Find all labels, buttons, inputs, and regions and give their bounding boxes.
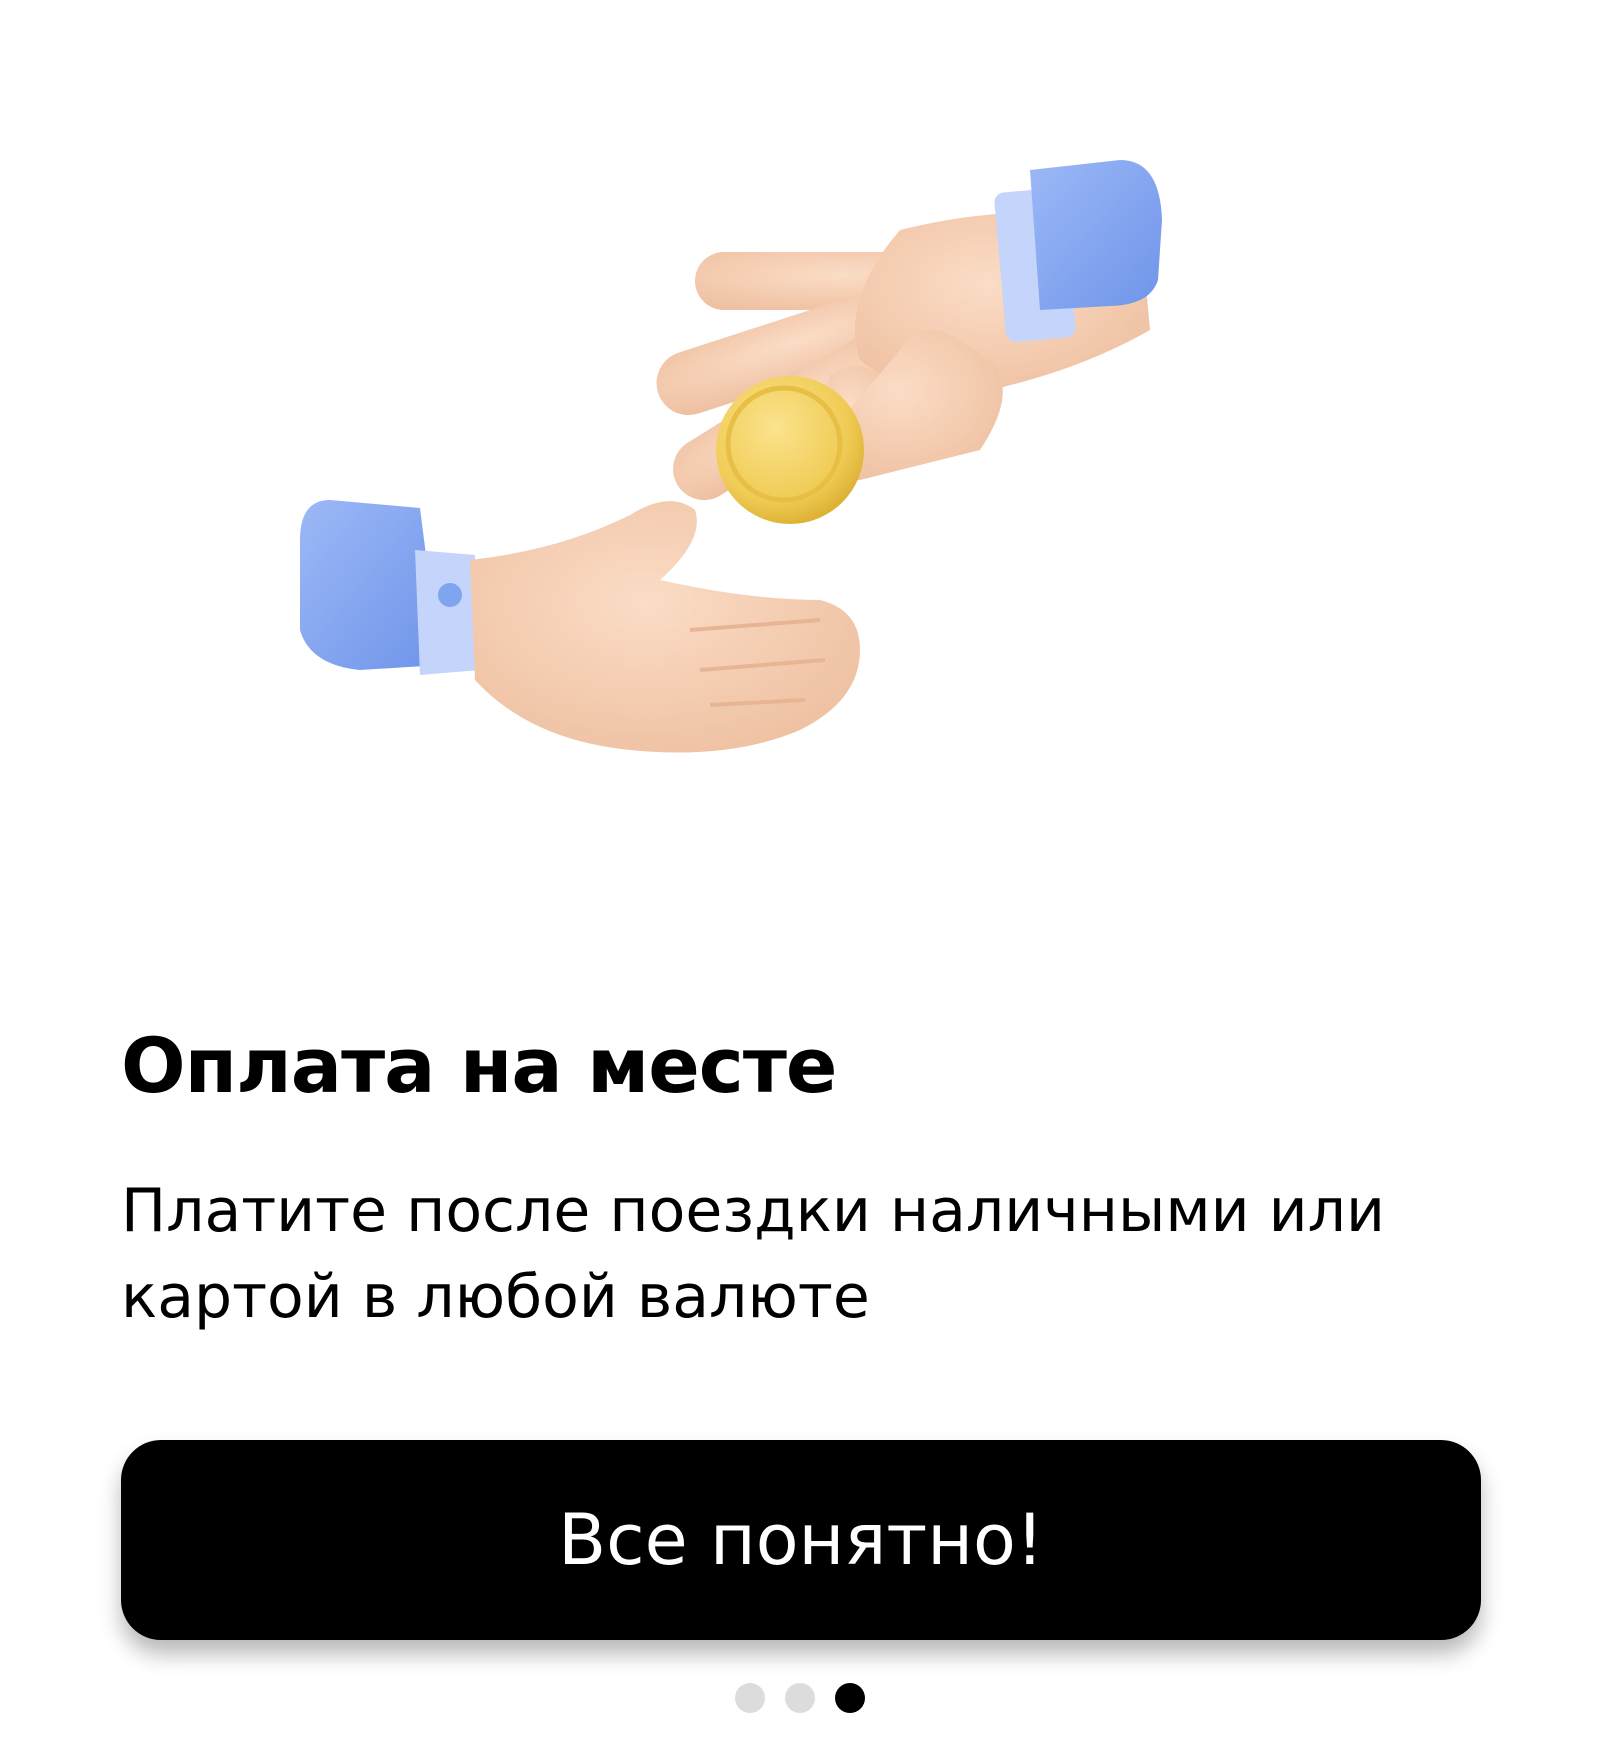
page-subtitle: Платите после поездки наличными или карт… — [121, 1176, 1385, 1332]
page-title: Оплата на месте — [121, 1021, 837, 1110]
illustration — [300, 160, 1320, 880]
got-it-button[interactable]: Все понятно! — [121, 1440, 1481, 1640]
page-indicator — [0, 1683, 1600, 1713]
page-dot-2[interactable] — [785, 1683, 815, 1713]
got-it-button-label: Все понятно! — [558, 1499, 1044, 1581]
page-dot-3-active[interactable] — [835, 1683, 865, 1713]
page-dot-1[interactable] — [735, 1683, 765, 1713]
receiving-hand — [300, 500, 860, 753]
coin-icon — [716, 376, 864, 524]
